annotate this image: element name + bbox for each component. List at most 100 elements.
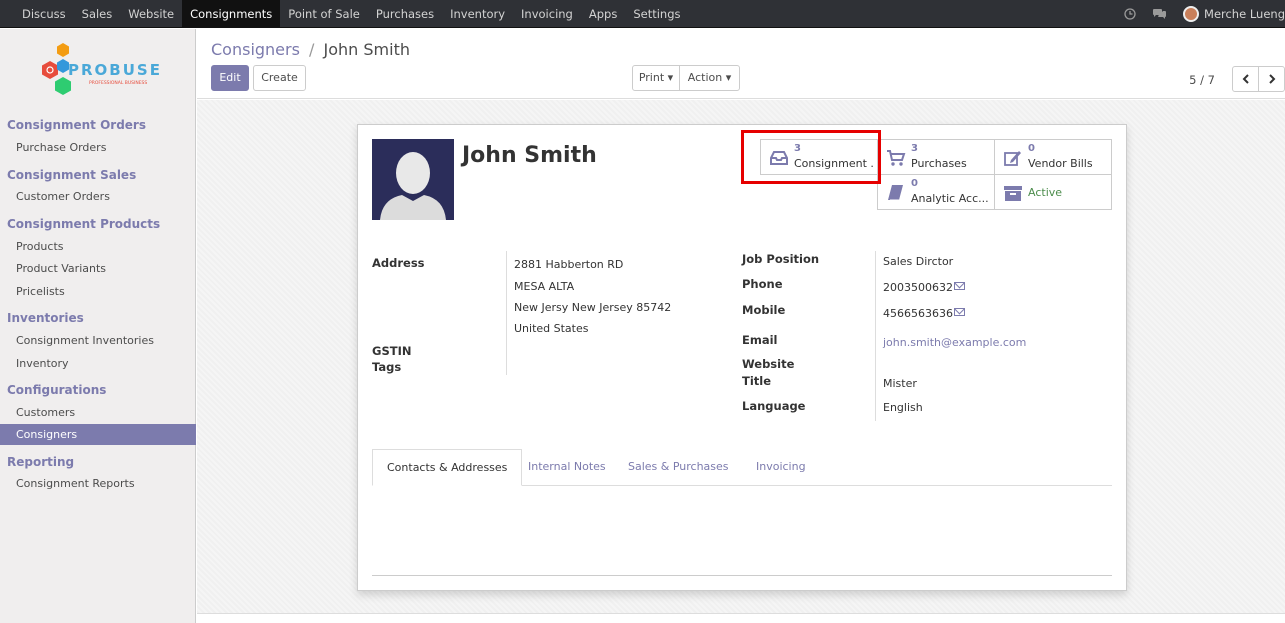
menu-consignments[interactable]: Consignments: [182, 0, 281, 28]
contact-name: John Smith: [462, 143, 597, 168]
chat-icon[interactable]: [1152, 8, 1167, 20]
sms-phone-icon[interactable]: [954, 282, 965, 290]
tab-contacts-addresses[interactable]: Contacts & Addresses: [372, 449, 523, 486]
person-placeholder-icon: [372, 139, 454, 220]
language-value[interactable]: English: [883, 401, 923, 414]
phone-value[interactable]: 2003500632: [883, 281, 953, 294]
probuse-logo: PROBUSE PROFESSIONAL BUSINESS: [42, 43, 162, 95]
contact-photo[interactable]: [372, 139, 454, 220]
sidebar-item-customers[interactable]: Customers: [0, 402, 196, 423]
section-consignment-orders: Consignment Orders: [7, 118, 146, 132]
menu-sales[interactable]: Sales: [74, 0, 121, 28]
address-city-state-zip[interactable]: New Jersy New Jersey 85742: [514, 301, 671, 314]
tab-content-divider: [372, 575, 1112, 576]
sidebar-item-purchase-orders[interactable]: Purchase Orders: [0, 137, 196, 158]
section-consignment-products: Consignment Products: [7, 217, 161, 231]
action-dropdown[interactable]: Action ▾: [679, 65, 740, 91]
app-menu: Discuss Sales Website Consignments Point…: [14, 0, 689, 28]
right-field-divider: [875, 251, 876, 421]
chevron-right-icon: [1268, 74, 1275, 84]
clock-icon[interactable]: [1124, 8, 1136, 20]
sidebar-item-consignment-reports[interactable]: Consignment Reports: [0, 473, 196, 494]
edit-icon: [1004, 151, 1021, 166]
menu-apps[interactable]: Apps: [581, 0, 625, 28]
sms-mobile-icon[interactable]: [954, 308, 965, 316]
archive-icon: [1004, 186, 1022, 201]
sidebar-item-products[interactable]: Products: [0, 236, 196, 257]
create-button[interactable]: Create: [253, 65, 306, 91]
address-label: Address: [372, 256, 425, 270]
control-panel: Consigners / John Smith Edit Create Prin…: [197, 29, 1285, 99]
active-status-label: Active: [1028, 186, 1063, 199]
section-consignment-sales: Consignment Sales: [7, 168, 137, 182]
tags-label: Tags: [372, 360, 402, 374]
phone-label: Phone: [742, 277, 783, 291]
title-label: Title: [742, 374, 772, 388]
active-toggle-button[interactable]: Active: [994, 174, 1112, 210]
highlight-box: [741, 130, 881, 184]
vendor-bills-count: 0: [1028, 143, 1035, 154]
breadcrumb-parent[interactable]: Consigners: [211, 40, 300, 59]
book-icon: [888, 185, 903, 201]
top-navbar: Discuss Sales Website Consignments Point…: [0, 0, 1285, 28]
svg-text:PROFESSIONAL BUSINESS: PROFESSIONAL BUSINESS: [89, 80, 147, 86]
breadcrumb-current: John Smith: [323, 40, 410, 59]
address-street2[interactable]: MESA ALTA: [514, 280, 574, 293]
language-label: Language: [742, 399, 806, 413]
job-position-value[interactable]: Sales Dirctor: [883, 255, 953, 268]
purchases-smart-button[interactable]: 3 Purchases: [877, 139, 995, 175]
pager-next-button[interactable]: [1258, 66, 1285, 92]
svg-text:PROBUSE: PROBUSE: [68, 61, 162, 79]
user-name[interactable]: Merche Lueng: [1204, 7, 1285, 21]
bottom-bar: [197, 613, 1285, 623]
email-label: Email: [742, 333, 778, 347]
tab-sales-purchases[interactable]: Sales & Purchases: [614, 449, 743, 486]
menu-website[interactable]: Website: [120, 0, 182, 28]
purchases-label: Purchases: [911, 157, 967, 170]
tab-invoicing[interactable]: Invoicing: [742, 449, 820, 486]
menu-discuss[interactable]: Discuss: [14, 0, 74, 28]
analytic-accounts-count: 0: [911, 178, 918, 189]
menu-purchases[interactable]: Purchases: [368, 0, 442, 28]
user-avatar[interactable]: [1183, 6, 1200, 22]
sidebar-item-consigners[interactable]: Consigners: [0, 424, 196, 445]
print-dropdown[interactable]: Print ▾: [632, 65, 680, 91]
tab-internal-notes[interactable]: Internal Notes: [514, 449, 620, 486]
vendor-bills-smart-button[interactable]: 0 Vendor Bills: [994, 139, 1112, 175]
sidebar-item-product-variants[interactable]: Product Variants: [0, 258, 196, 279]
left-field-divider: [506, 251, 507, 375]
notebook-tabs: Contacts & Addresses Internal Notes Sale…: [372, 449, 1112, 486]
menu-settings[interactable]: Settings: [625, 0, 688, 28]
address-country[interactable]: United States: [514, 322, 589, 335]
sidebar-item-inventory[interactable]: Inventory: [0, 353, 196, 374]
sidebar-item-customer-orders[interactable]: Customer Orders: [0, 186, 196, 207]
pager-value[interactable]: 5 / 7: [1189, 73, 1215, 87]
menu-point-of-sale[interactable]: Point of Sale: [280, 0, 368, 28]
edit-button[interactable]: Edit: [211, 65, 249, 91]
chevron-left-icon: [1242, 74, 1249, 84]
analytic-accounts-label: Analytic Acc...: [911, 192, 989, 205]
cart-icon: [887, 150, 906, 166]
job-position-label: Job Position: [742, 252, 820, 266]
website-label: Website: [742, 357, 795, 371]
mobile-value[interactable]: 4566563636: [883, 307, 953, 320]
gstin-label: GSTIN: [372, 344, 412, 358]
section-inventories: Inventories: [7, 311, 84, 325]
address-street[interactable]: 2881 Habberton RD: [514, 258, 623, 271]
section-reporting: Reporting: [7, 455, 75, 469]
sidebar-item-consignment-inventories[interactable]: Consignment Inventories: [0, 330, 196, 351]
user-area: Merche Lueng: [1124, 0, 1285, 28]
title-value[interactable]: Mister: [883, 377, 917, 390]
breadcrumb-separator: /: [309, 40, 315, 59]
menu-inventory[interactable]: Inventory: [442, 0, 513, 28]
breadcrumb: Consigners / John Smith: [211, 40, 410, 59]
email-value[interactable]: john.smith@example.com: [883, 336, 1026, 349]
section-configurations: Configurations: [7, 383, 107, 397]
menu-invoicing[interactable]: Invoicing: [513, 0, 581, 28]
pager-previous-button[interactable]: [1232, 66, 1259, 92]
purchases-count: 3: [911, 143, 918, 154]
sidebar: PROBUSE PROFESSIONAL BUSINESS Consignmen…: [0, 29, 196, 623]
analytic-accounts-smart-button[interactable]: 0 Analytic Acc...: [877, 174, 995, 210]
sidebar-item-pricelists[interactable]: Pricelists: [0, 281, 196, 302]
vendor-bills-label: Vendor Bills: [1028, 157, 1093, 170]
